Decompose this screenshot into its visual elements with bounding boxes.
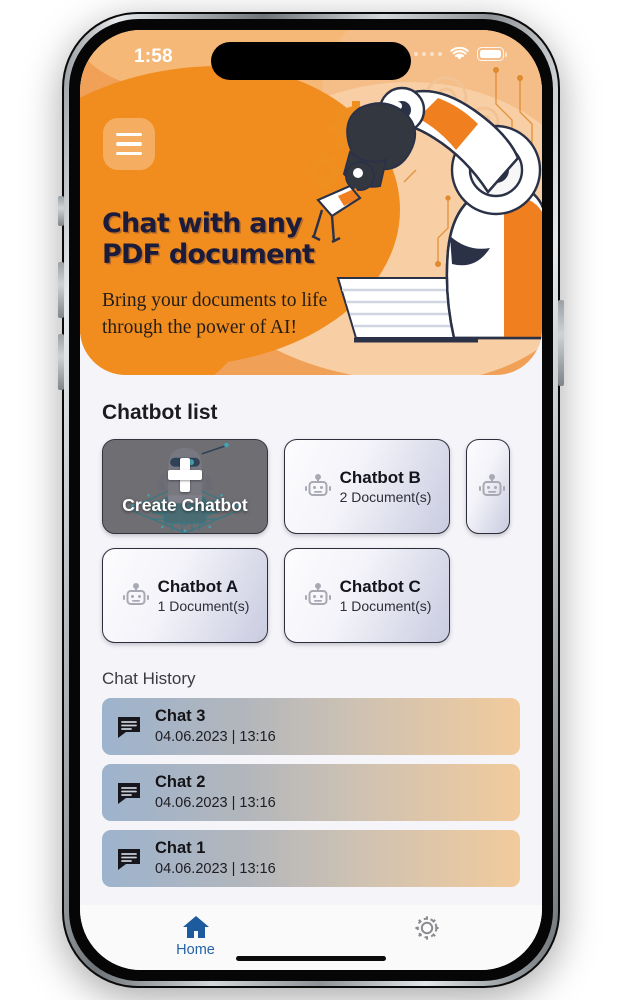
chatbot-card-text: Chatbot B 2 Document(s) [340,467,432,506]
gear-icon [414,916,439,940]
dynamic-island [211,42,411,80]
power-button[interactable] [558,300,564,386]
chatbot-document-count: 1 Document(s) [157,598,250,615]
chat-bubble-icon [118,716,140,738]
status-bar-time: 1:58 [134,46,173,67]
create-chatbot-label: Create Chatbot [122,495,248,515]
home-icon [182,916,209,938]
robot-arm-illustration [305,67,542,343]
home-indicator [236,956,386,961]
main-content: Chatbot list Create Chatbot Chatbot B 2 … [80,375,542,905]
status-bar-icons [413,47,507,61]
volume-down-button[interactable] [58,334,64,390]
phone-screen: Chat with any PDF document Bring your do… [80,30,542,970]
chatbot-card-text: Chatbot A 1 Document(s) [158,576,250,615]
chat-history-heading: Chat History [102,669,196,688]
menu-line [116,142,142,146]
volume-up-button[interactable] [58,262,64,318]
robot-icon [479,473,505,496]
chatbot-name: Chatbot B [339,467,421,487]
hamburger-menu-button[interactable] [103,118,155,170]
create-chatbot-button[interactable]: Create Chatbot [102,439,268,534]
menu-line [116,151,142,156]
chatbot-card-c[interactable]: Chatbot C 1 Document(s) [284,548,450,643]
chat-timestamp: 04.06.2023 | 13:16 [155,728,276,745]
status-bar: 1:58 [80,30,542,88]
chatbot-row-2: Chatbot A 1 Document(s) Chatbot C 1 Docu… [102,548,542,643]
chatbot-document-count: 2 Document(s) [339,489,432,506]
chat-name: Chat 3 [155,707,206,726]
chatbot-name: Chatbot C [339,576,421,596]
tab-home-label: Home [176,942,215,958]
robot-icon [122,582,149,605]
chatbot-card-partial[interactable] [466,439,510,534]
page-title: Chat with any PDF document [102,208,315,271]
chatbot-list-heading: Chatbot list [102,401,218,424]
chat-history-text: Chat 3 04.06.2023 | 13:16 [155,706,276,746]
chat-name: Chat 1 [155,839,206,858]
chatbot-row-1: Create Chatbot Chatbot B 2 Document(s) [102,439,542,534]
screenshot-stage: Chat with any PDF document Bring your do… [0,0,622,1000]
chat-history-text: Chat 1 04.06.2023 | 13:16 [155,838,276,878]
page-subtitle: Bring your documents to life through the… [102,290,328,338]
chatbot-document-count: 1 Document(s) [339,598,432,615]
chat-history-text: Chat 2 04.06.2023 | 13:16 [155,772,276,812]
chat-history-item[interactable]: Chat 1 04.06.2023 | 13:16 [102,830,520,887]
wifi-icon [450,47,469,60]
chatbot-name: Chatbot A [157,576,239,596]
plus-icon [168,458,202,493]
chat-history-item[interactable]: Chat 2 04.06.2023 | 13:16 [102,764,520,821]
menu-line [116,132,142,137]
robot-icon [304,473,331,496]
chatbot-card-a[interactable]: Chatbot A 1 Document(s) [102,548,268,643]
robot-icon [304,582,331,605]
chat-timestamp: 04.06.2023 | 13:16 [155,860,276,877]
battery-icon [477,47,507,61]
chat-bubble-icon [118,782,140,804]
chat-name: Chat 2 [155,773,206,792]
chatbot-card-b[interactable]: Chatbot B 2 Document(s) [284,439,450,534]
cellular-dots-icon [413,51,442,57]
tab-home[interactable]: Home [80,913,311,958]
chat-bubble-icon [118,848,140,870]
tab-settings[interactable] [311,913,542,943]
chatbot-card-text: Chatbot C 1 Document(s) [340,576,432,615]
chat-timestamp: 04.06.2023 | 13:16 [155,794,276,811]
silent-switch[interactable] [58,196,64,226]
chat-history-item[interactable]: Chat 3 04.06.2023 | 13:16 [102,698,520,755]
